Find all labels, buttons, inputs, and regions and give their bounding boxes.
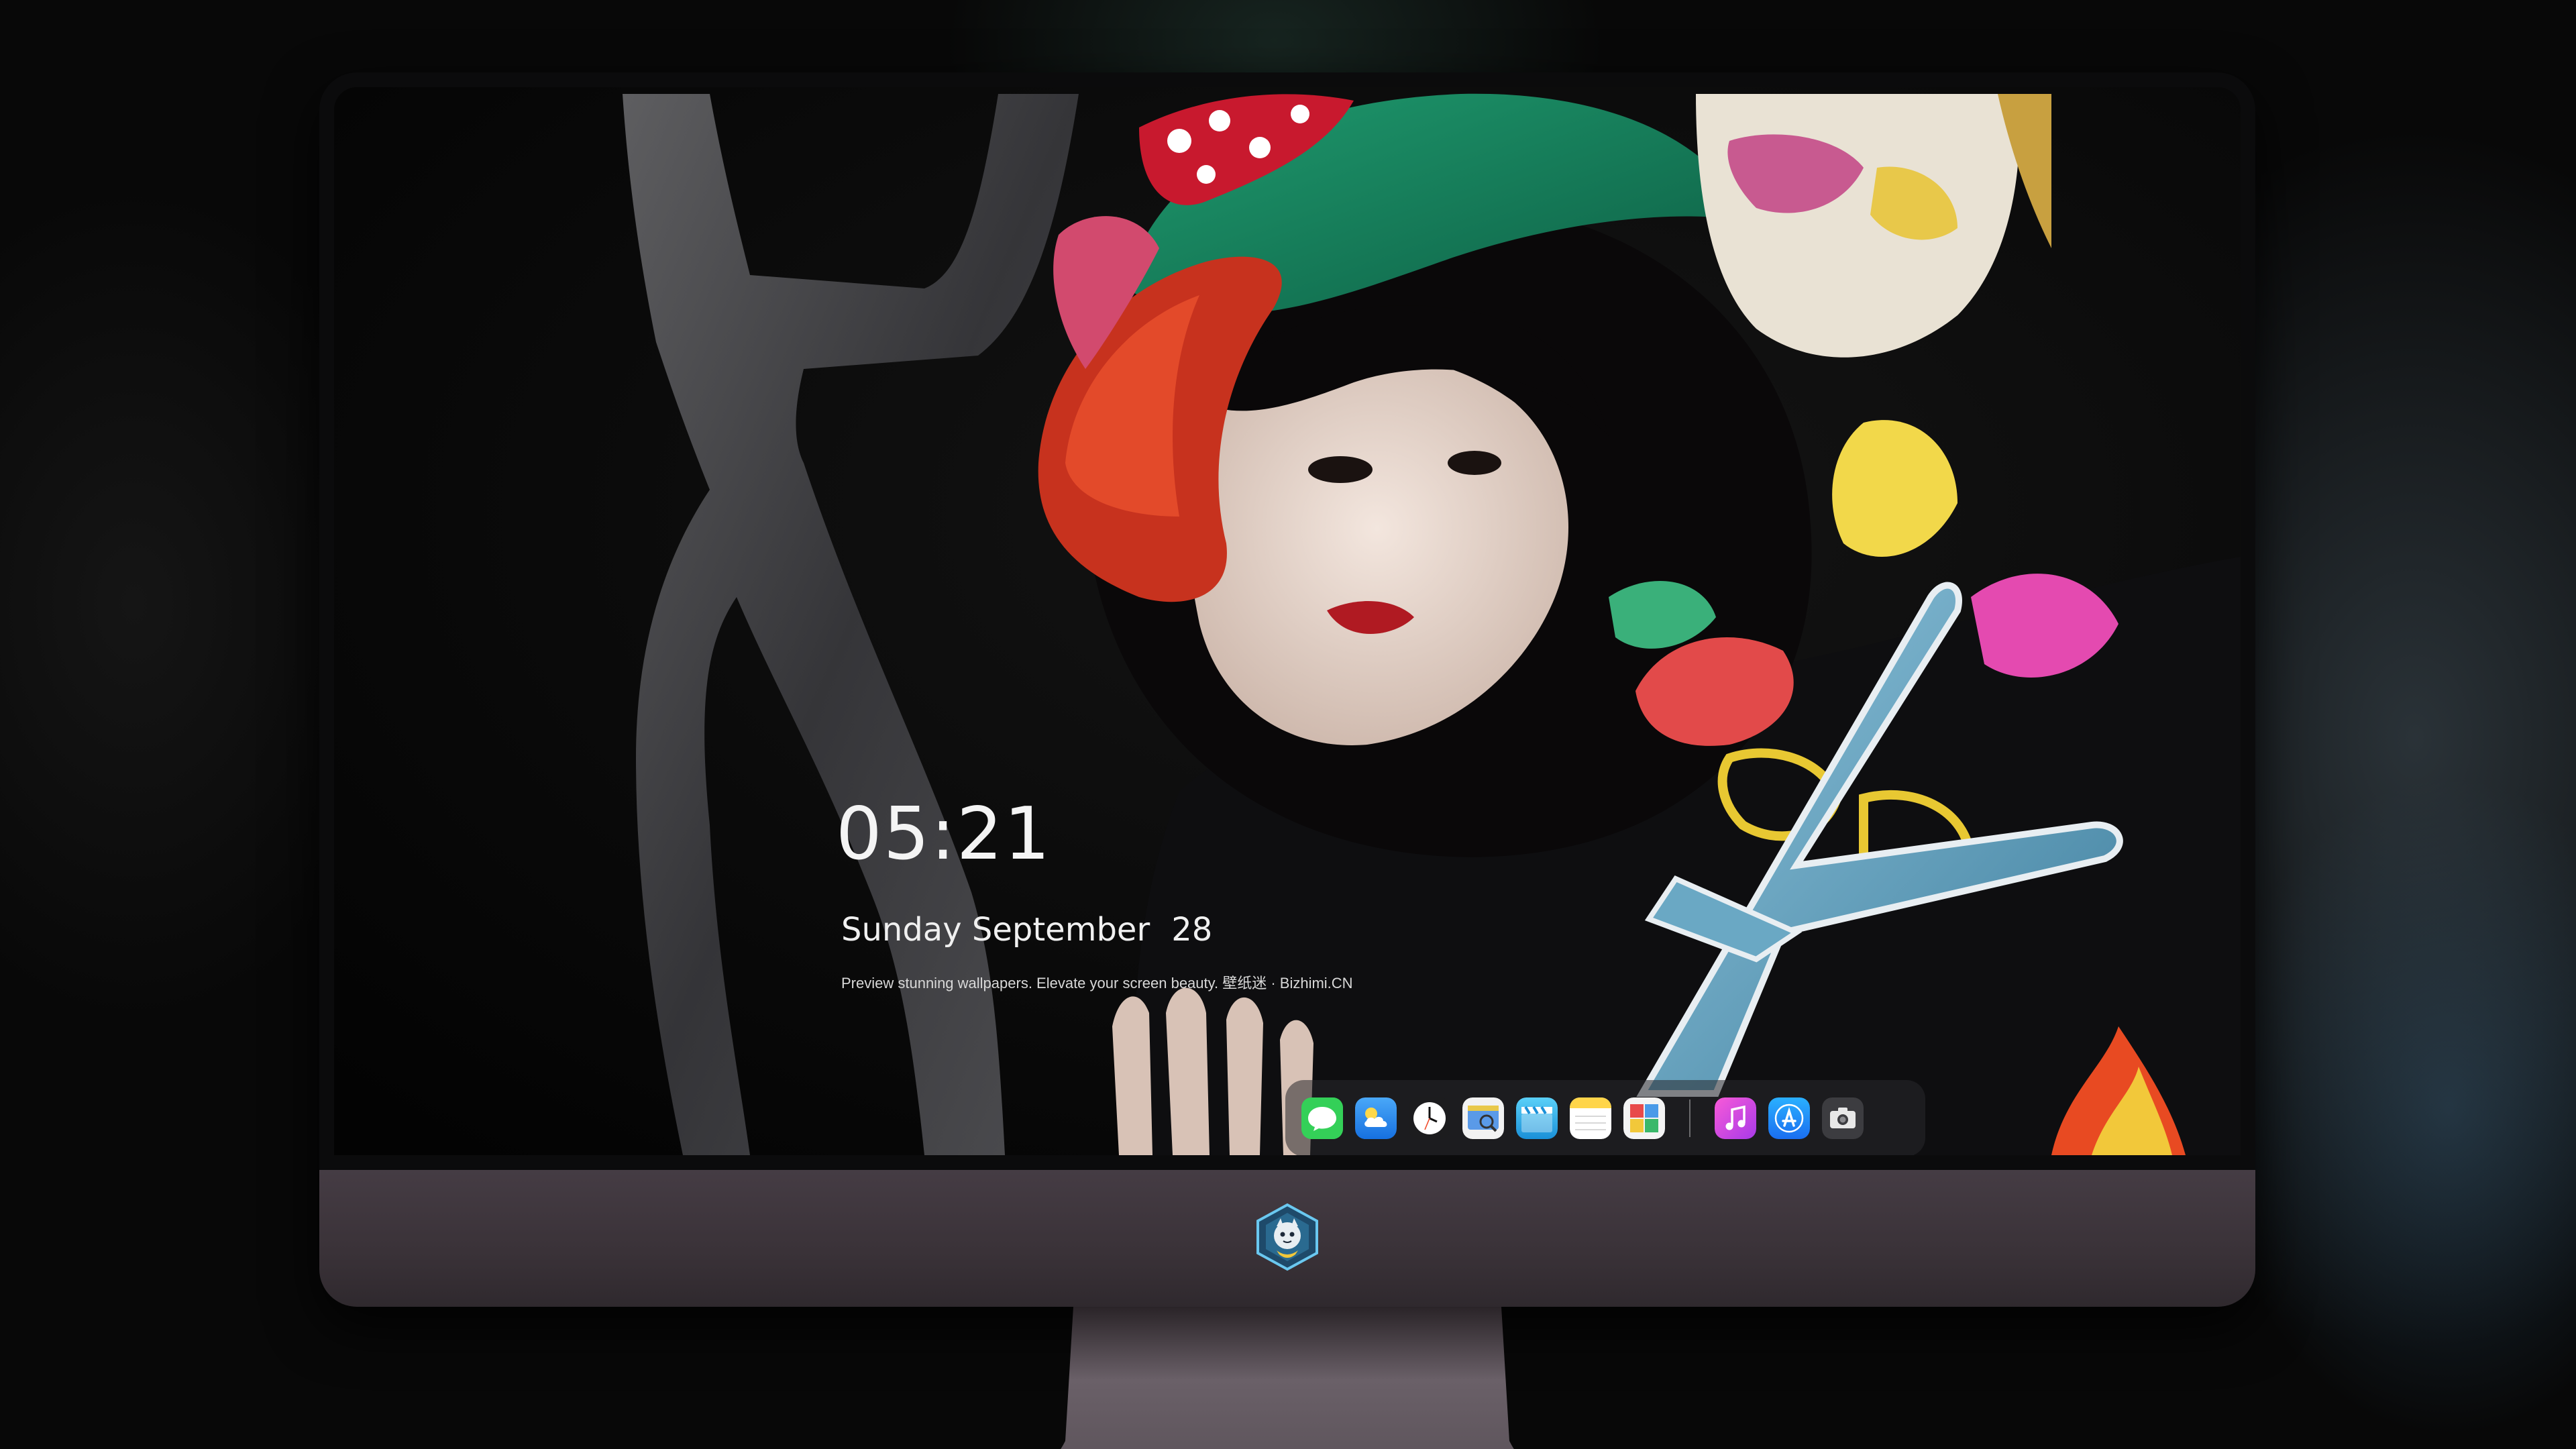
date-month: September [971,911,1150,949]
desktop-background: 05:21 Sunday September 28 Preview stunni… [0,0,2576,1449]
dock-separator [1689,1099,1690,1137]
clips-icon[interactable] [1516,1097,1558,1139]
preview-icon[interactable] [1462,1097,1504,1139]
app-store-icon[interactable] [1768,1097,1810,1139]
date-day: 28 [1171,911,1213,949]
weather-icon[interactable] [1355,1097,1397,1139]
wallpaper-tagline: Preview stunning wallpapers. Elevate you… [841,975,1353,991]
notes-icon[interactable] [1570,1097,1611,1139]
clock-icon[interactable] [1409,1097,1450,1139]
lock-date: Sunday September 28 [841,911,1212,949]
monitor-stand [1061,1307,1514,1449]
photo-booth-icon[interactable] [1623,1097,1665,1139]
screenshot-icon[interactable] [1822,1097,1864,1139]
screen: 05:21 Sunday September 28 Preview stunni… [334,87,2241,1155]
itunes-icon[interactable] [1715,1097,1756,1139]
imac-monitor: 05:21 Sunday September 28 Preview stunni… [319,72,2255,1449]
lock-clock: 05:21 [836,792,1052,876]
wallpaper-image [334,87,2241,1155]
brand-logo [1256,1203,1318,1271]
date-weekday: Sunday [841,911,962,949]
dock [1285,1080,1925,1155]
messages-icon[interactable] [1301,1097,1343,1139]
